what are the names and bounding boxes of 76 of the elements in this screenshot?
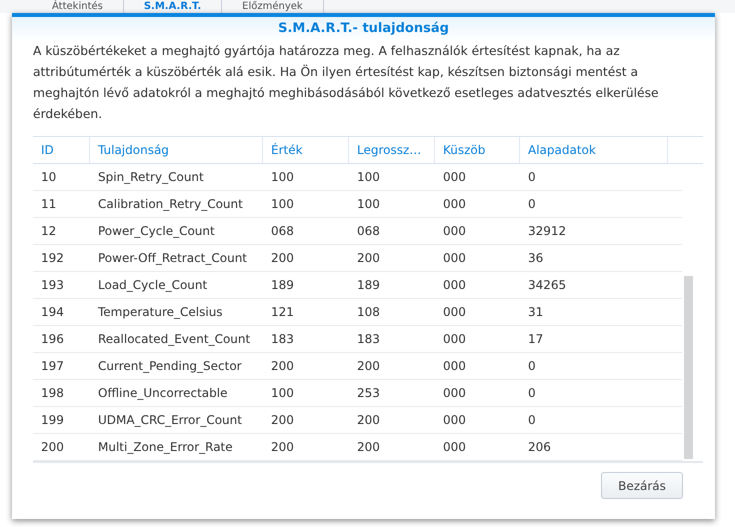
table-cell-text: 200 xyxy=(356,359,381,373)
table-cell-text: UDMA_CRC_Error_Count xyxy=(97,413,243,427)
table-cell-text: Power_Cycle_Count xyxy=(97,224,216,238)
table-cell-text: 0 xyxy=(527,197,537,211)
table-cell-text: 000 xyxy=(442,197,467,211)
column-header[interactable]: Érték xyxy=(263,137,349,163)
table-cell-text: 183 xyxy=(270,332,295,346)
table-cell-text: 192 xyxy=(40,251,65,265)
table-cell-text: 32912 xyxy=(527,224,568,238)
table-cell-text: 253 xyxy=(356,386,381,400)
table-cell-text: 200 xyxy=(40,440,65,454)
table-cell-text: 068 xyxy=(356,224,381,238)
close-button[interactable]: Bezárás xyxy=(601,472,683,499)
dialog-title: S.M.A.R.T.- tulajdonság xyxy=(12,17,715,41)
table-cell-text: 121 xyxy=(270,305,295,319)
table-cell-text: 000 xyxy=(442,440,467,454)
table-cell-text: 000 xyxy=(442,386,467,400)
table-cell-text: 183 xyxy=(356,332,381,346)
column-header[interactable]: Alapadatok xyxy=(520,137,668,163)
table-cell-text: 000 xyxy=(442,305,467,319)
table-cell-text: 068 xyxy=(270,224,295,238)
table-cell-text: 200 xyxy=(270,359,295,373)
table-cell-text: 194 xyxy=(40,305,65,319)
table-cell-text: 200 xyxy=(270,440,295,454)
table-cell-text: 193 xyxy=(40,278,65,292)
column-header[interactable]: Küszöb xyxy=(435,137,520,163)
table-cell-text: 000 xyxy=(442,332,467,346)
table-cell-text: 100 xyxy=(270,197,295,211)
table-cell-text: 0 xyxy=(527,359,537,373)
table-cell-text: Offline_Uncorrectable xyxy=(97,386,228,400)
table-cell-text: 31 xyxy=(527,305,544,319)
table-cell-text: 000 xyxy=(442,278,467,292)
table-cell-text: 189 xyxy=(270,278,295,292)
table-cell-text: 189 xyxy=(356,278,381,292)
column-header[interactable]: Legrossz… xyxy=(349,137,435,163)
table-cell-text: 198 xyxy=(40,386,65,400)
table-cell-text: 108 xyxy=(356,305,381,319)
table-cell-text: 200 xyxy=(270,251,295,265)
table-cell-text: 199 xyxy=(40,413,65,427)
table-cell-text: 0 xyxy=(527,170,537,184)
table-cell-text: Multi_Zone_Error_Rate xyxy=(97,440,234,454)
table-cell-text: Current_Pending_Sector xyxy=(97,359,243,373)
table-cell-text: 17 xyxy=(527,332,544,346)
table-cell-text: 200 xyxy=(356,251,381,265)
table-cell-text: 000 xyxy=(442,413,467,427)
table-cell-text: 000 xyxy=(442,170,467,184)
table-cell-text: Temperature_Celsius xyxy=(97,305,224,319)
table-cell-text: 36 xyxy=(527,251,544,265)
column-header[interactable]: Tulajdonság xyxy=(90,137,263,163)
table-cell-text: Power-Off_Retract_Count xyxy=(97,251,248,265)
table-cell-text: 000 xyxy=(442,359,467,373)
table-cell-text: 11 xyxy=(40,197,58,211)
scrollbar[interactable] xyxy=(684,276,693,459)
table-cell-text: 197 xyxy=(40,359,65,373)
table-cell-text: Calibration_Retry_Count xyxy=(97,197,244,211)
table-cell-text: Reallocated_Event_Count xyxy=(97,332,252,346)
table-cell-text: Load_Cycle_Count xyxy=(97,278,208,292)
table-cell-text: 206 xyxy=(527,440,552,454)
table-cell-text: 000 xyxy=(442,224,467,238)
table-cell-text: Spin_Retry_Count xyxy=(97,170,205,184)
column-header[interactable]: ID xyxy=(33,137,90,163)
table-cell-text: 200 xyxy=(356,413,381,427)
table-cell-text: 0 xyxy=(527,386,537,400)
table-cell-text: 12 xyxy=(40,224,58,238)
table-cell-text: 100 xyxy=(270,386,295,400)
table-cell-text: 100 xyxy=(356,197,381,211)
description-text: A küszöbértékeket a meghajtó gyártója határozza meg. A felhasználók értesítést kapnak, ha az attribútumérték a küszöbérték alá esik. Ha Ön ilyen értesítést kap, készítsen biztonsági mentést a meghajtón lévő adatokról a meghajtó meghibásodásából következő esetleges adatvesztés elkerülése érdekében. xyxy=(33,43,660,123)
table-cell-text: 100 xyxy=(356,170,381,184)
table-cell-text: 10 xyxy=(40,170,58,184)
table-cell-text: 200 xyxy=(270,413,295,427)
table-cell-text: 34265 xyxy=(527,278,568,292)
table-cell-text: 200 xyxy=(356,440,381,454)
table-cell-text: 000 xyxy=(442,251,467,265)
table-cell-text: 100 xyxy=(270,170,295,184)
table-cell-text: 196 xyxy=(40,332,65,346)
table-cell-text: 0 xyxy=(527,413,537,427)
